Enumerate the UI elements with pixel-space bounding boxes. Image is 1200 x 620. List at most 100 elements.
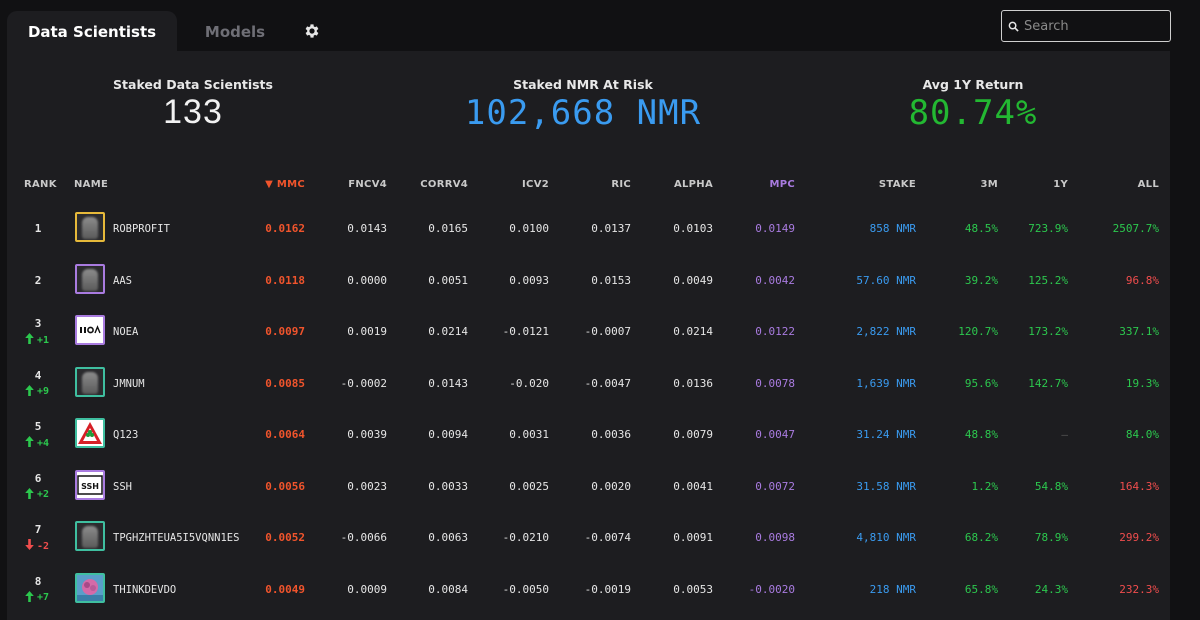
table-header: RANK NAME ▼ MMC FNCV4 CORRV4 ICV2 RIC AL… [7,169,1170,203]
rank-number: 6 [34,471,42,485]
table-row[interactable]: 5 +4 Q123 0.0064 0.0039 0.0094 0.0031 0.0036 0.0… [7,409,1170,461]
cell-fncv4: 0.0039 [347,428,387,441]
col-corrv4[interactable]: CORRV4 [416,179,468,190]
cell-1y: 142.7% [1028,376,1068,390]
stat-label: Staked Data Scientists [113,77,273,92]
cell-icv2: 0.0031 [509,428,549,441]
cell-mmc: 0.0064 [265,428,305,441]
rank-change-value: +2 [37,489,50,500]
col-name[interactable]: NAME [74,179,108,190]
table-row[interactable]: 8 +7 THINKDEVDO 0.0049 0.0009 0.0084 -0.0050 -0… [7,564,1170,616]
cell-mpc: 0.0122 [755,325,795,338]
avatar[interactable] [75,212,105,242]
cell-all: 299.2% [1119,531,1159,544]
arrow-up-icon [25,436,34,450]
arrow-up-icon [25,590,34,605]
col-mmc[interactable]: ▼ MMC [243,179,305,190]
avatar[interactable] [75,418,105,448]
rank-change-value: +4 [37,437,50,449]
model-name-link[interactable]: Q123 [113,429,138,441]
rank-change: +2 [25,487,50,502]
cell-1y: 125.2% [1028,273,1068,287]
table-row[interactable]: 1 ROBPROFIT 0.0162 0.0143 0.0165 0.0100 0.0137… [7,203,1170,255]
cell-ric: 0.0036 [591,428,631,441]
model-name-link[interactable]: NOEA [113,326,138,338]
table-row[interactable]: 6 +2 SSH SSH 0.0056 0.0023 0.0033 0.0025 0.0020 0… [7,461,1170,513]
cell-ric: 0.0153 [591,273,631,287]
rank-change: +7 [25,590,49,605]
search-box[interactable] [1001,10,1171,42]
table-row[interactable]: 4 +9 JMNUM 0.0085 -0.0002 0.0143 -0.020 -0.0047… [7,358,1170,410]
cell-ric: 0.0020 [591,479,631,493]
table-row[interactable]: 3 +1 NOEA 0.0097 0.0019 0.0214 -0.0121 -0.0007 0… [7,306,1170,358]
col-stake[interactable]: STAKE [856,179,916,190]
cell-stake: 4,810 NMR [856,531,916,544]
cell-3m: 48.5% [964,222,998,235]
rank-number: 5 [34,420,42,433]
rank-change: -2 [25,539,49,553]
model-name-link[interactable]: THINKDEVDO [113,584,176,596]
cell-stake: 1,639 NMR [856,376,916,390]
col-ric[interactable]: RIC [579,179,631,190]
cell-3m: 65.8% [964,582,998,596]
avatar[interactable] [75,572,105,603]
cell-fncv4: 0.0009 [347,582,387,596]
arrow-up-icon [25,487,34,502]
cell-icv2: 0.0093 [509,273,549,287]
avatar[interactable] [75,263,105,294]
cell-mmc: 0.0052 [265,531,305,544]
stat-value: 133 [163,93,223,131]
model-name-link[interactable]: ROBPROFIT [113,223,170,235]
cell-stake: 2,822 NMR [856,325,916,338]
model-name-link[interactable]: TPGHZHTEUA5I5VQNN1ES [113,532,239,544]
col-fncv4[interactable]: FNCV4 [335,179,387,190]
col-rank[interactable]: RANK [24,179,57,190]
cell-mmc: 0.0056 [265,479,305,493]
cell-icv2: -0.0121 [502,325,549,338]
arrow-up-icon [25,384,34,399]
main-panel: Staked Data Scientists 133 Staked NMR At… [7,51,1170,620]
cell-fncv4: 0.0019 [347,325,387,338]
cell-fncv4: 0.0143 [347,222,387,235]
cell-corrv4: 0.0214 [428,325,468,338]
cell-mpc: -0.0020 [748,582,795,596]
stat-label: Avg 1Y Return [922,77,1024,92]
cell-3m: 1.2% [971,479,999,493]
col-3m[interactable]: 3M [962,179,998,190]
model-name-link[interactable]: JMNUM [113,378,145,390]
col-alpha[interactable]: ALPHA [661,179,713,190]
col-all[interactable]: ALL [1111,179,1159,190]
avatar[interactable] [75,366,105,397]
table-row[interactable]: 7 -2 TPGHZHTEUA5I5VQNN1ES 0.0052 -0.0066 0.00… [7,512,1170,564]
avatar[interactable] [75,521,105,551]
tab-data-scientists[interactable]: Data Scientists [7,11,177,52]
cell-corrv4: 0.0165 [428,222,468,235]
stat-value: 80.74% [908,93,1038,133]
cell-mmc: 0.0049 [265,582,305,596]
avatar[interactable] [75,315,105,345]
cell-stake: 858 NMR [869,222,916,235]
cell-1y: – [1061,428,1068,441]
col-icv2[interactable]: ICV2 [497,179,549,190]
tab-models[interactable]: Models [180,11,290,52]
avatar[interactable]: SSH [75,469,105,500]
cell-alpha: 0.0103 [673,222,713,235]
col-1y[interactable]: 1Y [1032,179,1068,190]
cell-mmc: 0.0118 [265,273,305,287]
col-mpc[interactable]: MPC [743,179,795,190]
model-name-link[interactable]: AAS [113,275,132,287]
cell-mpc: 0.0078 [755,376,795,390]
stat-staked-nmr-at-risk: Staked NMR At Risk 102,668 NMR [448,77,718,133]
model-name-link[interactable]: SSH [113,481,132,493]
rank-number: 7 [34,523,42,536]
table-row[interactable]: 2 AAS 0.0118 0.0000 0.0051 0.0093 0.0153 0.0049… [7,255,1170,307]
gear-icon[interactable] [301,20,323,42]
cell-corrv4: 0.0051 [428,273,468,287]
cell-corrv4: 0.0143 [428,376,468,390]
cell-ric: -0.0074 [584,531,631,544]
cell-fncv4: 0.0000 [347,273,387,287]
search-input[interactable] [1024,18,1164,34]
cell-all: 337.1% [1119,325,1159,338]
cell-alpha: 0.0049 [673,273,713,287]
cell-alpha: 0.0214 [673,325,713,338]
